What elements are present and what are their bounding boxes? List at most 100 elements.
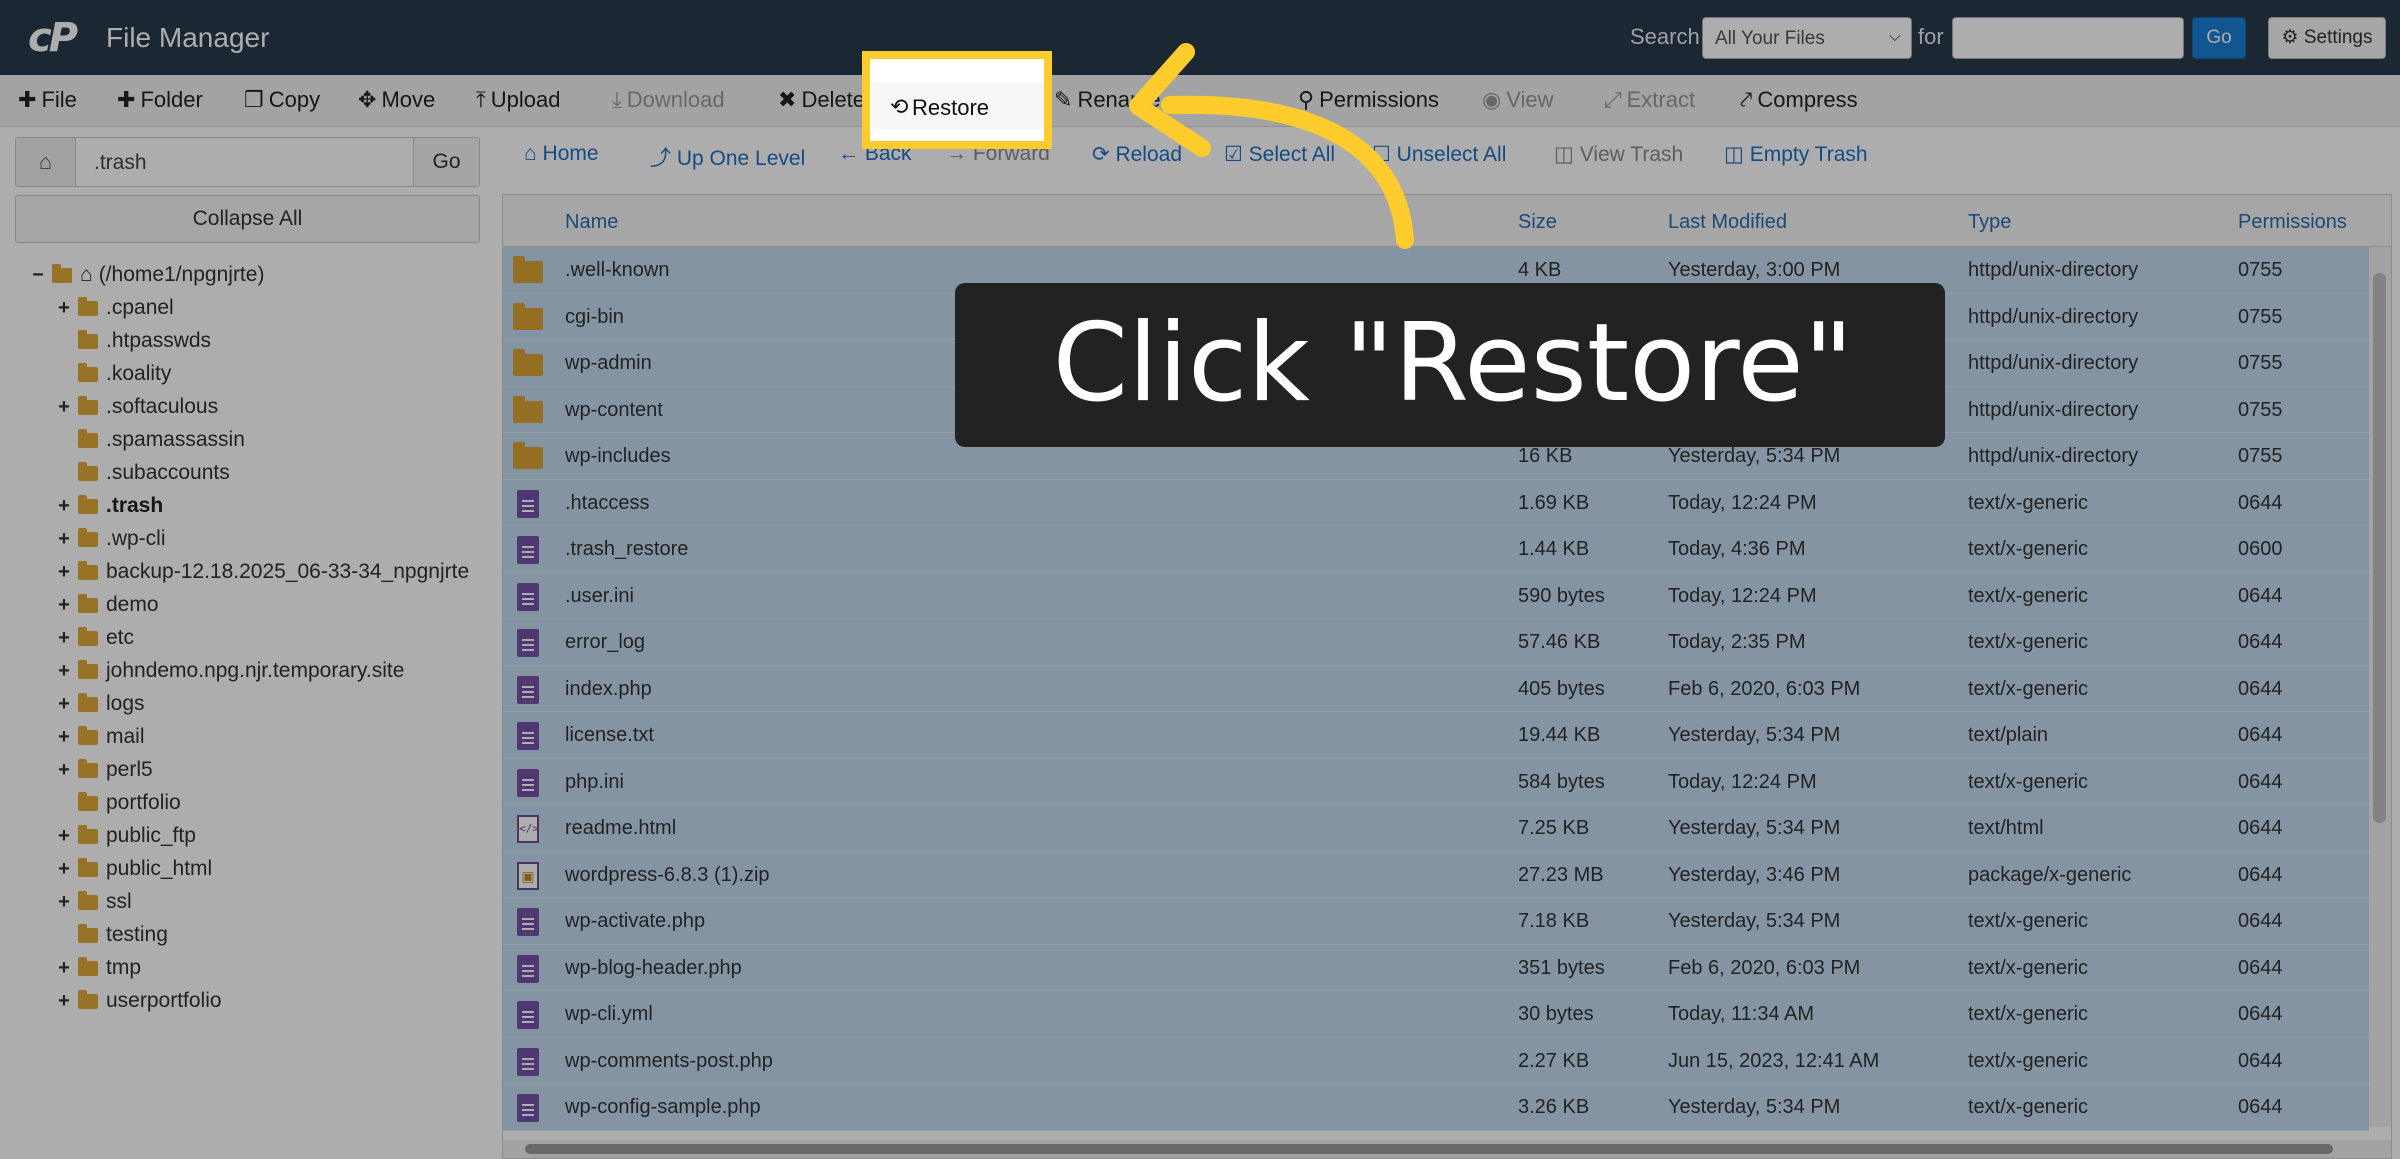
- expand-toggle-icon[interactable]: +: [54, 825, 74, 848]
- expand-toggle-icon[interactable]: +: [54, 957, 74, 980]
- collapse-toggle-icon[interactable]: −: [28, 264, 48, 287]
- expand-toggle-icon[interactable]: +: [54, 561, 74, 584]
- tree-item[interactable]: + .trash: [54, 494, 163, 518]
- view-button[interactable]: ◉ View: [1482, 87, 1554, 113]
- expand-toggle-icon[interactable]: +: [54, 660, 74, 683]
- tree-item[interactable]: testing: [54, 923, 168, 947]
- eye-icon: ◉: [1482, 87, 1502, 112]
- vertical-scrollbar[interactable]: [2369, 247, 2391, 1127]
- nav-home-label: Home: [542, 142, 599, 165]
- tree-item-label: .softaculous: [106, 395, 219, 418]
- cell-size: 351 bytes: [1518, 956, 1605, 979]
- table-row[interactable]: wp-comments-post.php 2.27 KB Jun 15, 2023,…: [503, 1037, 2369, 1084]
- restore-button[interactable]: Restore: [912, 95, 989, 121]
- tree-item[interactable]: + logs: [54, 692, 144, 716]
- copy-button[interactable]: ❐ Copy: [244, 87, 320, 113]
- cell-perms: 0755: [2238, 445, 2283, 467]
- table-row[interactable]: ▣ wordpress-6.8.3 (1).zip 27.23 MB Yesterda…: [503, 851, 2369, 898]
- expand-toggle-icon[interactable]: +: [54, 495, 74, 518]
- expand-toggle-icon[interactable]: +: [54, 726, 74, 749]
- new-folder-button[interactable]: ✚ Folder: [117, 87, 203, 113]
- table-row[interactable]: .trash_restore 1.44 KB Today, 4:36 PM text/…: [503, 526, 2369, 573]
- column-type-header[interactable]: Type: [1968, 211, 2011, 234]
- table-row[interactable]: index.php 405 bytes Feb 6, 2020, 6:03 PM te…: [503, 665, 2369, 712]
- tree-item[interactable]: + public_ftp: [54, 824, 196, 848]
- table-row[interactable]: wp-blog-header.php 351 bytes Feb 6, 2020, …: [503, 944, 2369, 991]
- nav-home-button[interactable]: ⌂ Home: [524, 142, 599, 166]
- table-row[interactable]: </> readme.html 7.25 KB Yesterday, 5:34 PM t…: [503, 805, 2369, 852]
- home-icon[interactable]: ⌂: [16, 138, 76, 186]
- table-row[interactable]: wp-config-sample.php 3.26 KB Yesterday, 5:…: [503, 1084, 2369, 1131]
- expand-toggle-icon[interactable]: +: [54, 759, 74, 782]
- compress-button[interactable]: ⤤ Compress: [1740, 87, 1858, 113]
- view-trash-button[interactable]: ◫ View Trash: [1554, 142, 1683, 167]
- column-permissions-header[interactable]: Permissions: [2238, 211, 2347, 234]
- download-button[interactable]: ⤓ Download: [612, 87, 725, 113]
- expand-toggle-icon[interactable]: +: [54, 990, 74, 1013]
- tree-item[interactable]: + .softaculous: [54, 395, 218, 419]
- copy-label: Copy: [268, 87, 321, 112]
- extract-button[interactable]: ⤢ Extract: [1604, 87, 1695, 113]
- upload-icon: ⤒: [476, 87, 486, 112]
- expand-toggle-icon[interactable]: +: [54, 627, 74, 650]
- scroll-thumb[interactable]: [525, 1144, 2333, 1154]
- tree-item[interactable]: portfolio: [54, 791, 181, 815]
- tree-item[interactable]: .spamassassin: [54, 428, 245, 452]
- tree-item[interactable]: .koality: [54, 362, 171, 386]
- tree-item[interactable]: + tmp: [54, 956, 141, 980]
- column-size-header[interactable]: Size: [1518, 211, 1557, 234]
- scroll-thumb[interactable]: [2373, 273, 2386, 823]
- expand-toggle-icon[interactable]: +: [54, 858, 74, 881]
- search-scope-select[interactable]: All Your Files ⌵: [1702, 17, 1912, 59]
- folder-icon: [78, 824, 98, 844]
- horizontal-scrollbar[interactable]: [503, 1140, 2391, 1158]
- delete-button[interactable]: ✖ Delete: [778, 87, 865, 113]
- settings-button[interactable]: ⚙ Settings: [2268, 17, 2386, 59]
- tree-item[interactable]: .htpasswds: [54, 329, 211, 353]
- table-row[interactable]: wp-activate.php 7.18 KB Yesterday, 5:34 PM…: [503, 898, 2369, 945]
- tree-item[interactable]: + mail: [54, 725, 144, 749]
- nav-up-button[interactable]: ⤴ Up One Level: [650, 142, 805, 172]
- collapse-all-button[interactable]: Collapse All: [15, 195, 480, 243]
- empty-trash-button[interactable]: ◫ Empty Trash: [1724, 142, 1868, 167]
- expand-toggle-icon[interactable]: +: [54, 396, 74, 419]
- expand-toggle-icon[interactable]: +: [54, 297, 74, 320]
- table-row[interactable]: license.txt 19.44 KB Yesterday, 5:34 PM tex…: [503, 712, 2369, 759]
- move-button[interactable]: ✥ Move: [358, 87, 435, 113]
- brand[interactable]: cP File Manager: [28, 14, 269, 62]
- tree-item[interactable]: + .cpanel: [54, 296, 174, 320]
- expand-toggle-icon[interactable]: +: [54, 891, 74, 914]
- search-input[interactable]: [1952, 17, 2184, 59]
- search-go-button[interactable]: Go: [2192, 17, 2246, 59]
- table-row[interactable]: php.ini 584 bytes Today, 12:24 PM text/x-ge…: [503, 758, 2369, 805]
- table-row[interactable]: .user.ini 590 bytes Today, 12:24 PM text/x-…: [503, 572, 2369, 619]
- table-row[interactable]: .htaccess 1.69 KB Today, 12:24 PM text/x-ge…: [503, 479, 2369, 526]
- tree-item[interactable]: .subaccounts: [54, 461, 230, 485]
- expand-toggle-icon[interactable]: +: [54, 528, 74, 551]
- path-input[interactable]: .trash: [94, 151, 147, 175]
- instruction-callout: Click "Restore": [955, 283, 1945, 447]
- column-modified-header[interactable]: Last Modified: [1668, 211, 1787, 234]
- tree-item[interactable]: + userportfolio: [54, 989, 221, 1013]
- tree-item[interactable]: + perl5: [54, 758, 153, 782]
- upload-button[interactable]: ⤒ Upload: [476, 87, 560, 113]
- tree-item[interactable]: + .wp-cli: [54, 527, 165, 551]
- tree-item[interactable]: + etc: [54, 626, 134, 650]
- expand-toggle-icon[interactable]: +: [54, 594, 74, 617]
- tree-root[interactable]: − ⌂ (/home1/npgnjrte): [28, 263, 264, 287]
- expand-toggle-icon[interactable]: +: [54, 693, 74, 716]
- column-name-header[interactable]: Name: [565, 211, 618, 234]
- path-go-button[interactable]: Go: [413, 138, 479, 186]
- cell-name: index.php: [565, 677, 652, 700]
- tree-item[interactable]: + public_html: [54, 857, 212, 881]
- table-row[interactable]: wp-cli.yml 30 bytes Today, 11:34 AM text/x-…: [503, 991, 2369, 1038]
- tree-item[interactable]: + backup-12.18.2025_06-33-34_npgnjrte: [54, 560, 469, 584]
- tree-item-label: portfolio: [106, 791, 181, 814]
- cell-type: httpd/unix-directory: [1968, 398, 2139, 421]
- table-row[interactable]: error_log 57.46 KB Today, 2:35 PM text/x-ge…: [503, 619, 2369, 666]
- folder-icon: [78, 956, 98, 976]
- tree-item[interactable]: + johndemo.npg.njr.temporary.site: [54, 659, 404, 683]
- tree-item[interactable]: + demo: [54, 593, 158, 617]
- new-file-button[interactable]: ✚ File: [18, 87, 77, 113]
- tree-item[interactable]: + ssl: [54, 890, 132, 914]
